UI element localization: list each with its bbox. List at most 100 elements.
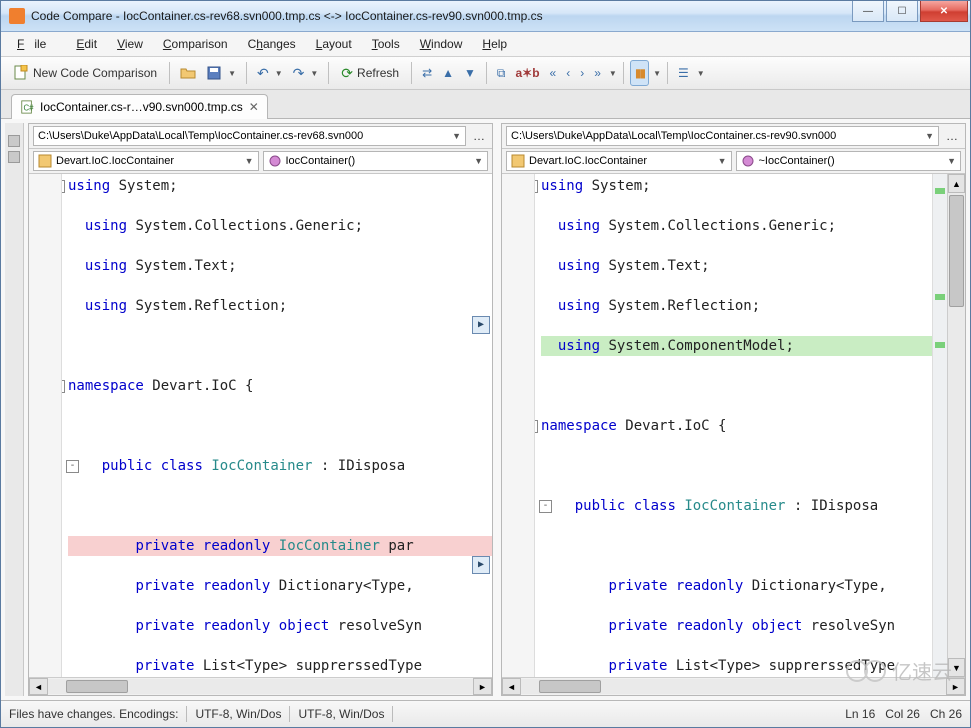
options-button[interactable]: ☰ [674, 61, 693, 85]
class-icon [38, 154, 52, 168]
status-message: Files have changes. Encodings: [9, 707, 178, 721]
left-overview-strip[interactable] [5, 123, 24, 696]
new-comparison-button[interactable]: New Code Comparison [7, 61, 163, 85]
right-path-text: C:\Users\Duke\AppData\Local\Temp\IocCont… [511, 130, 836, 142]
right-overview-ruler[interactable] [932, 174, 947, 677]
char-diff-button[interactable]: a✶b [511, 61, 543, 85]
chevron-down-icon: ▼ [452, 131, 461, 141]
chevron-down-icon: ▼ [925, 131, 934, 141]
menu-window[interactable]: Window [410, 34, 473, 54]
right-code-editor[interactable]: -using System; using System.Collections.… [535, 174, 932, 677]
toolbar: New Code Comparison ▼ ↶▼ ↷▼ ⟳ Refresh ⇄ … [1, 57, 970, 90]
method-icon [268, 154, 282, 168]
app-icon [9, 8, 25, 24]
undo-icon: ↶ [257, 65, 269, 82]
right-path-combobox[interactable]: C:\Users\Duke\AppData\Local\Temp\IocCont… [506, 126, 939, 146]
close-button[interactable]: ✕ [920, 1, 968, 22]
right-pane: C:\Users\Duke\AppData\Local\Temp\IocCont… [501, 123, 966, 696]
list-icon: ☰ [678, 66, 689, 80]
scroll-right-icon[interactable]: ► [473, 678, 492, 695]
menubar: File Edit View Comparison Changes Layout… [1, 32, 970, 57]
copy-icon: ⧉ [497, 66, 506, 81]
refresh-button[interactable]: ⟳ Refresh [335, 61, 405, 85]
next-diff-button[interactable]: ▼ [460, 61, 480, 85]
status-ch: Ch 26 [930, 707, 962, 721]
arrow-up-icon: ▲ [442, 66, 454, 80]
tab-label: IocContainer.cs-r…v90.svn000.tmp.cs [40, 100, 243, 114]
left-path-combobox[interactable]: C:\Users\Duke\AppData\Local\Temp\IocCont… [33, 126, 466, 146]
scroll-left-icon[interactable]: ◄ [502, 678, 521, 695]
csharp-file-icon: C# [20, 100, 34, 114]
vscrollbar[interactable]: ▲ ▼ [947, 174, 965, 677]
svg-text:C#: C# [24, 104, 35, 113]
merge-left-button[interactable]: ‹ [562, 61, 574, 85]
menu-comparison[interactable]: Comparison [153, 34, 238, 54]
left-hscrollbar[interactable]: ◄ ► [29, 677, 492, 695]
undo-button[interactable]: ↶▼ [253, 61, 287, 85]
chevron-down-icon: ▼ [474, 156, 483, 166]
menu-help[interactable]: Help [472, 34, 517, 54]
right-member-combobox[interactable]: ~IocContainer() ▼ [736, 151, 962, 171]
diff-marker-right-icon[interactable]: ▶ [472, 316, 490, 334]
left-browse-button[interactable]: … [470, 129, 488, 143]
tab-file[interactable]: C# IocContainer.cs-r…v90.svn000.tmp.cs ✕ [11, 94, 268, 119]
new-file-icon [13, 65, 29, 81]
left-pane: C:\Users\Duke\AppData\Local\Temp\IocCont… [28, 123, 493, 696]
prev-diff-button[interactable]: ▲ [438, 61, 458, 85]
tab-close-button[interactable]: ✕ [249, 100, 259, 114]
scroll-left-icon[interactable]: ◄ [29, 678, 48, 695]
menu-changes[interactable]: Changes [238, 34, 306, 54]
class-icon [511, 154, 525, 168]
left-member-combobox[interactable]: IocContainer() ▼ [263, 151, 489, 171]
left-code-editor[interactable]: -using System; using System.Collections.… [62, 174, 492, 677]
save-icon [206, 65, 222, 81]
minimize-button[interactable]: — [852, 1, 884, 22]
arrow-down-icon: ▼ [464, 66, 476, 80]
menu-edit[interactable]: Edit [66, 34, 107, 54]
dropdown-icon[interactable]: ▼ [609, 69, 617, 78]
char-diff-icon: a✶b [515, 66, 539, 80]
layout-sidebyside-button[interactable]: ▮▮ [630, 60, 649, 86]
copy-block-button[interactable]: ⧉ [493, 61, 510, 85]
dropdown-icon[interactable]: ▼ [697, 69, 705, 78]
merge-right-button[interactable]: › [576, 61, 588, 85]
right-gutter[interactable] [502, 174, 535, 677]
scroll-up-icon[interactable]: ▲ [948, 174, 965, 193]
refresh-icon: ⟳ [341, 65, 353, 82]
left-gutter[interactable] [29, 174, 62, 677]
statusbar: Files have changes. Encodings: UTF-8, Wi… [1, 700, 970, 727]
merge-right-icon: › [580, 66, 584, 80]
status-line: Ln 16 [845, 707, 875, 721]
menu-layout[interactable]: Layout [306, 34, 362, 54]
window-title: Code Compare - IocContainer.cs-rev68.svn… [31, 9, 543, 23]
merge-right-all-button[interactable]: » [590, 61, 605, 85]
save-button[interactable]: ▼ [202, 61, 240, 85]
chevron-down-icon: ▼ [245, 156, 254, 166]
redo-button[interactable]: ↷▼ [289, 61, 323, 85]
swap-icon: ⇄ [422, 66, 432, 80]
menu-view[interactable]: View [107, 34, 153, 54]
open-button[interactable] [176, 61, 200, 85]
maximize-button[interactable]: ☐ [886, 1, 918, 22]
dropdown-icon[interactable]: ▼ [653, 69, 661, 78]
merge-left-all-button[interactable]: « [546, 61, 561, 85]
merge-left-icon: ‹ [566, 66, 570, 80]
right-hscrollbar[interactable]: ◄ ► [502, 677, 965, 695]
right-scope-combobox[interactable]: Devart.IoC.IocContainer ▼ [506, 151, 732, 171]
chevron-down-icon: ▼ [718, 156, 727, 166]
status-encoding-right: UTF-8, Win/Dos [298, 707, 384, 721]
menu-file[interactable]: File [7, 34, 66, 54]
columns-icon: ▮▮ [635, 66, 644, 80]
scroll-right-icon[interactable]: ► [946, 678, 965, 695]
status-col: Col 26 [885, 707, 920, 721]
chevron-down-icon: ▼ [947, 156, 956, 166]
left-scope-combobox[interactable]: Devart.IoC.IocContainer ▼ [33, 151, 259, 171]
diff-marker-right-icon[interactable]: ▶ [472, 556, 490, 574]
merge-left-all-icon: « [550, 66, 557, 80]
menu-tools[interactable]: Tools [362, 34, 410, 54]
right-browse-button[interactable]: … [943, 129, 961, 143]
tab-bar: C# IocContainer.cs-r…v90.svn000.tmp.cs ✕ [1, 90, 970, 119]
swap-panes-button[interactable]: ⇄ [418, 61, 436, 85]
folder-open-icon [180, 65, 196, 81]
scroll-down-icon[interactable]: ▼ [948, 658, 965, 677]
